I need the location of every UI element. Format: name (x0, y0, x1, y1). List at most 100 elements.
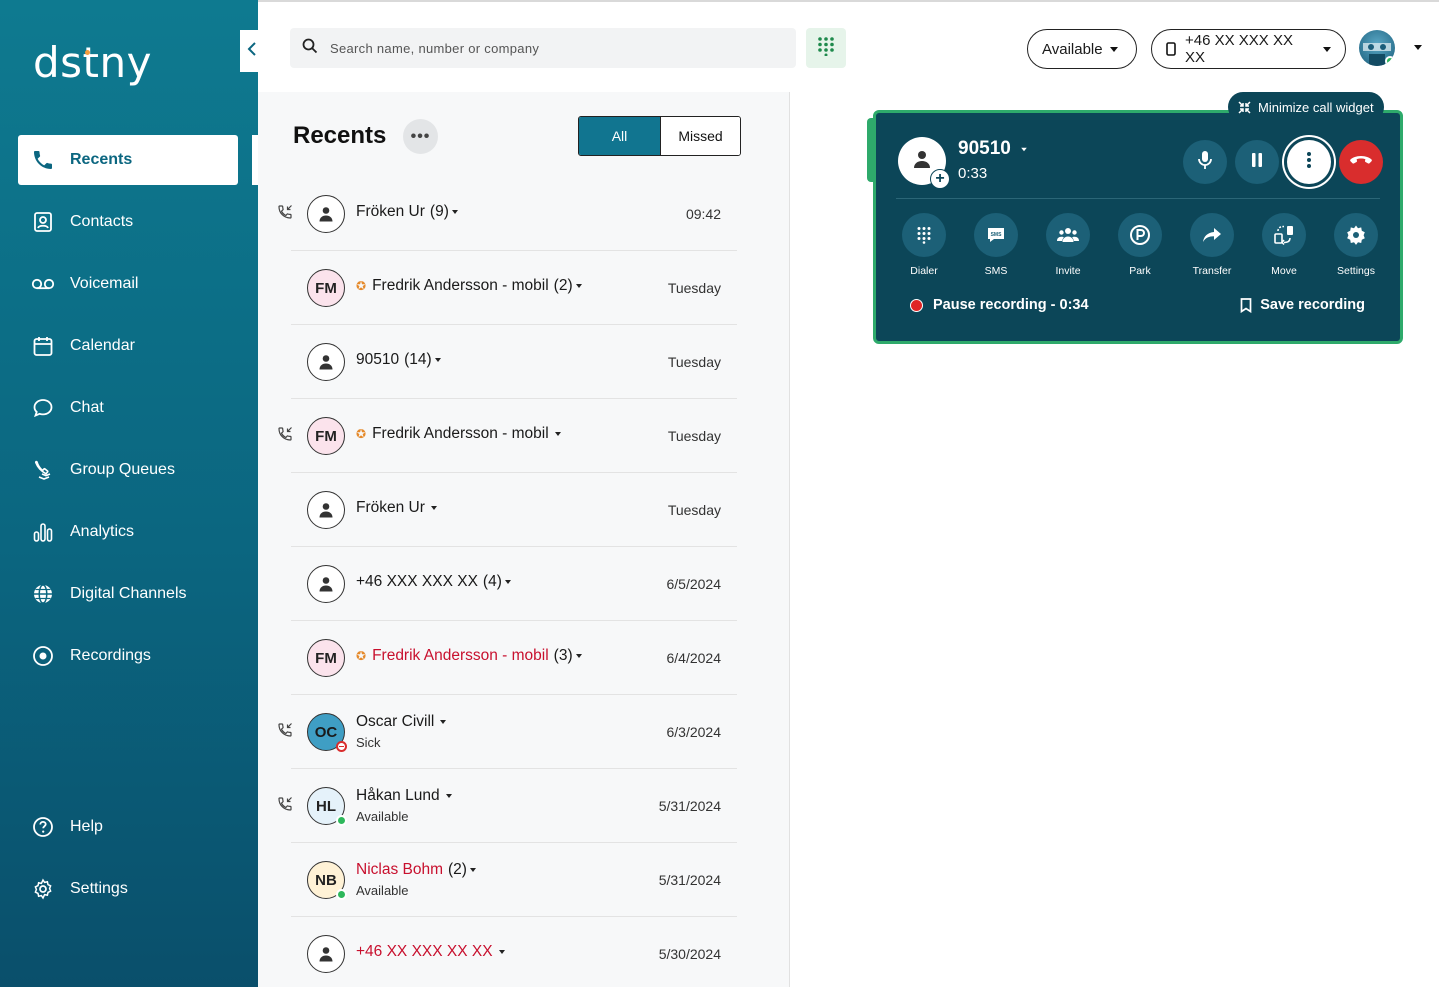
bookmark-icon (1240, 297, 1252, 313)
contact-avatar[interactable] (307, 491, 345, 529)
minimize-call-widget-button[interactable]: Minimize call widget (1228, 92, 1384, 122)
contact-name-dropdown[interactable]: Niclas Bohm (2) (356, 861, 476, 879)
svg-text:SMS: SMS (991, 232, 1003, 238)
caller-number: 90510 (958, 138, 1011, 159)
contact-name-dropdown[interactable]: +46 XX XXX XX XX (356, 943, 505, 961)
sidebar-item-label: Digital Channels (70, 585, 187, 602)
invite-action[interactable]: Invite (1038, 213, 1098, 277)
transfer-action[interactable]: Transfer (1182, 213, 1242, 277)
page-title: Recents (293, 122, 387, 149)
contact-name-dropdown[interactable]: ✪ Fredrik Andersson - mobil (356, 425, 561, 443)
recent-call-row[interactable]: FM ✪ Fredrik Andersson - mobil (3) 6/4/2024 (291, 621, 737, 695)
dstny-logo[interactable]: dstny (33, 38, 152, 87)
sidebar-item-settings[interactable]: Settings (18, 864, 238, 914)
sidebar-item-recordings[interactable]: Recordings (18, 631, 238, 681)
recent-call-row[interactable]: +46 XXX XXX XX (4) 6/5/2024 (291, 547, 737, 621)
search-input[interactable] (330, 40, 770, 56)
sidebar-item-voicemail[interactable]: Voicemail (18, 259, 238, 309)
logo-accent-dot (85, 50, 90, 55)
call-time: 5/30/2024 (658, 946, 721, 962)
pause-recording-button[interactable]: Pause recording - 0:34 (910, 297, 1089, 313)
sms-action[interactable]: SMS SMS (966, 213, 1026, 277)
contact-name-dropdown[interactable]: Fröken Ur (9) (356, 203, 458, 221)
phone-device-dropdown[interactable]: +46 XX XXX XX XX (1151, 29, 1346, 69)
more-call-options-button[interactable] (1287, 140, 1331, 184)
call-settings-button[interactable] (1334, 213, 1378, 257)
recent-call-row[interactable]: Fröken Ur (9) 09:42 (278, 177, 737, 251)
move-action[interactable]: Move (1254, 213, 1314, 277)
more-options-button[interactable]: ••• (403, 119, 438, 154)
contact-name-dropdown[interactable]: ✪ Fredrik Andersson - mobil (3) (356, 647, 582, 665)
save-recording-button[interactable]: Save recording (1240, 297, 1365, 313)
dialer-button[interactable] (902, 213, 946, 257)
contact-avatar[interactable] (307, 343, 345, 381)
contact-name-dropdown[interactable]: 90510 (14) (356, 351, 441, 369)
invite-button[interactable] (1046, 213, 1090, 257)
recent-call-row[interactable]: FM ✪ Fredrik Andersson - mobil Tuesday (278, 399, 737, 473)
recent-call-row[interactable]: HL Håkan Lund Available 5/31/2024 (278, 769, 737, 843)
sidebar-item-calendar[interactable]: Calendar (18, 321, 238, 371)
contact-avatar[interactable] (307, 565, 345, 603)
contact-name-dropdown[interactable]: Håkan Lund (356, 787, 452, 805)
sms-button[interactable]: SMS (974, 213, 1018, 257)
call-time: 6/4/2024 (666, 650, 722, 666)
recent-call-row[interactable]: NB Niclas Bohm (2) Available 5/31/2024 (291, 843, 737, 917)
chat-bubble-icon (30, 395, 56, 421)
mute-button[interactable] (1183, 140, 1227, 184)
sidebar-item-chat[interactable]: Chat (18, 383, 238, 433)
sidebar-item-recents[interactable]: Recents (18, 135, 258, 185)
contact-name-dropdown[interactable]: Oscar Civill (356, 713, 447, 731)
person-icon (911, 148, 933, 175)
caret-down-icon (1021, 147, 1027, 151)
park-button[interactable] (1118, 213, 1162, 257)
caller-name[interactable]: 90510 (958, 138, 1028, 160)
sidebar-item-help[interactable]: Help (18, 802, 238, 852)
sidebar-item-group-queues[interactable]: Group Queues (18, 445, 238, 495)
user-avatar[interactable] (1359, 30, 1395, 66)
recent-call-row[interactable]: Fröken Ur Tuesday (291, 473, 737, 547)
vertical-ellipsis-icon (1306, 151, 1312, 174)
sidebar-item-digital-channels[interactable]: Digital Channels (18, 569, 238, 619)
hang-up-button[interactable] (1339, 140, 1383, 184)
filter-missed-button[interactable]: Missed (660, 117, 740, 155)
add-participant-icon[interactable]: + (930, 169, 950, 189)
contact-avatar[interactable] (307, 935, 345, 973)
phone-icon (30, 147, 56, 173)
sidebar-item-contacts[interactable]: Contacts (18, 197, 238, 247)
park-action[interactable]: Park (1110, 213, 1170, 277)
sidebar-item-analytics[interactable]: Analytics (18, 507, 238, 557)
transfer-button[interactable] (1190, 213, 1234, 257)
sidebar-item-label: Calendar (70, 337, 135, 354)
contact-avatar[interactable]: NB (307, 861, 347, 900)
contact-avatar[interactable]: FM (307, 639, 345, 677)
action-label: SMS (984, 265, 1008, 277)
contact-avatar[interactable]: OC (307, 713, 347, 752)
contact-name-dropdown[interactable]: ✪ Fredrik Andersson - mobil (2) (356, 277, 582, 295)
move-devices-icon (1274, 225, 1293, 246)
user-menu-caret-icon[interactable] (1414, 45, 1422, 50)
settings-action[interactable]: Settings (1326, 213, 1386, 277)
recent-call-row[interactable]: +46 XX XXX XX XX 5/30/2024 (291, 917, 737, 987)
search-box[interactable] (290, 28, 796, 68)
dialer-action[interactable]: Dialer (894, 213, 954, 277)
contact-avatar[interactable] (307, 195, 345, 233)
person-icon (317, 205, 335, 223)
pause-icon (1250, 152, 1264, 173)
recent-call-row[interactable]: 90510 (14) Tuesday (291, 325, 737, 399)
contact-name-dropdown[interactable]: Fröken Ur (356, 499, 437, 517)
person-icon (317, 353, 335, 371)
hold-button[interactable] (1235, 140, 1279, 184)
move-button[interactable] (1262, 213, 1306, 257)
call-time: 5/31/2024 (658, 798, 721, 814)
presence-status-dropdown[interactable]: Available (1027, 29, 1137, 69)
contact-card-icon (30, 209, 56, 235)
contact-avatar[interactable]: FM (307, 417, 345, 455)
action-label: Move (1271, 265, 1297, 277)
filter-all-button[interactable]: All (579, 117, 660, 155)
contact-name-dropdown[interactable]: +46 XXX XXX XX (4) (356, 573, 511, 591)
dialpad-button[interactable] (806, 28, 846, 68)
contact-avatar[interactable]: HL (307, 787, 347, 826)
recent-call-row[interactable]: FM ✪ Fredrik Andersson - mobil (2) Tuesday (291, 251, 737, 325)
contact-avatar[interactable]: FM (307, 269, 345, 307)
recent-call-row[interactable]: OC Oscar Civill Sick 6/3/2024 (278, 695, 737, 769)
